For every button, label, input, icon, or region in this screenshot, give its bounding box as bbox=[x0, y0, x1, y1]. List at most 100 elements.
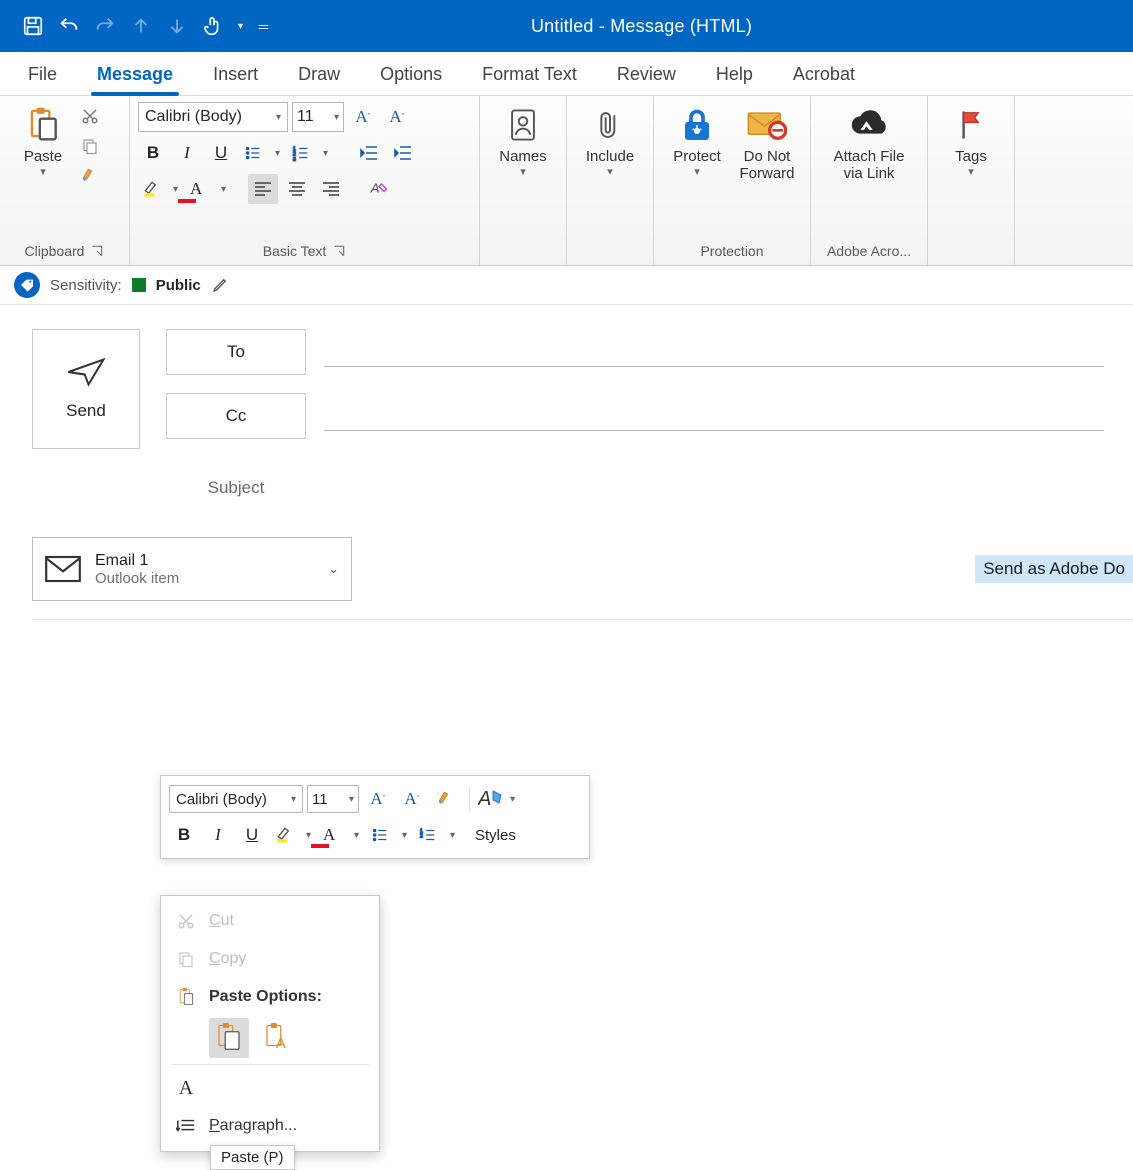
mini-bullets-button[interactable] bbox=[367, 820, 411, 850]
tab-acrobat[interactable]: Acrobat bbox=[779, 56, 869, 95]
do-not-forward-button[interactable]: Do Not Forward bbox=[732, 102, 802, 182]
paperclip-icon bbox=[597, 106, 623, 144]
mini-numbering-button[interactable]: 12 bbox=[415, 820, 459, 850]
increase-indent-icon[interactable] bbox=[388, 138, 418, 168]
group-label-adobe: Adobe Acro... bbox=[827, 243, 911, 259]
to-button[interactable]: To bbox=[166, 329, 306, 375]
italic-button[interactable]: I bbox=[172, 138, 202, 168]
group-tags: Tags▾ bbox=[928, 96, 1015, 265]
svg-text:A: A bbox=[478, 788, 491, 810]
bold-button[interactable]: B bbox=[138, 138, 168, 168]
align-left-button[interactable] bbox=[248, 174, 278, 204]
group-label-clipboard: Clipboard bbox=[25, 243, 85, 259]
mini-styles-label: Styles bbox=[467, 827, 516, 844]
tab-format-text[interactable]: Format Text bbox=[468, 56, 591, 95]
paste-keep-source-button[interactable] bbox=[209, 1018, 249, 1058]
quick-access-toolbar: ▾ ＝ bbox=[0, 15, 270, 37]
undo-icon[interactable] bbox=[58, 15, 80, 37]
ctx-paragraph[interactable]: Paragraph... bbox=[161, 1107, 379, 1145]
customize-qat-icon[interactable]: ＝ bbox=[257, 17, 270, 36]
font-color-button[interactable]: A bbox=[186, 174, 230, 204]
mini-format-painter-icon[interactable] bbox=[431, 784, 461, 814]
dialog-launcher-icon[interactable] bbox=[90, 244, 104, 258]
clipboard-icon bbox=[175, 987, 197, 1007]
ctx-font[interactable]: A bbox=[161, 1069, 379, 1107]
names-button[interactable]: Names▾ bbox=[488, 102, 558, 175]
tab-draw[interactable]: Draw bbox=[284, 56, 354, 95]
paste-options-label: Paste Options: bbox=[209, 988, 322, 1006]
copy-icon bbox=[175, 950, 197, 968]
do-not-forward-label: Do Not Forward bbox=[739, 148, 794, 182]
envelope-icon bbox=[45, 555, 81, 583]
align-right-button[interactable] bbox=[316, 174, 346, 204]
sensitivity-tag-icon[interactable] bbox=[14, 272, 40, 298]
cut-icon[interactable] bbox=[78, 104, 102, 128]
highlight-button[interactable] bbox=[138, 174, 182, 204]
decrease-indent-icon[interactable] bbox=[354, 138, 384, 168]
tab-message[interactable]: Message bbox=[83, 56, 187, 95]
scissors-icon bbox=[175, 912, 197, 930]
save-icon[interactable] bbox=[22, 15, 44, 37]
mini-toolbar: Calibri (Body)▾ 11▾ Aˆ Aˇ A ▾ B I U A 12… bbox=[160, 775, 590, 859]
group-basic-text: Calibri (Body)▾ 11▾ Aˆ Aˇ B I U 123 A bbox=[130, 96, 480, 265]
next-item-icon[interactable] bbox=[166, 15, 188, 37]
paste-tooltip: Paste (P) bbox=[210, 1145, 295, 1170]
protect-button[interactable]: Protect▾ bbox=[662, 102, 732, 175]
send-as-adobe-link[interactable]: Send as Adobe Do bbox=[975, 555, 1133, 583]
mini-grow-font-icon[interactable]: Aˆ bbox=[363, 784, 393, 814]
grow-font-icon[interactable]: Aˆ bbox=[348, 102, 378, 132]
clear-formatting-icon[interactable]: A bbox=[364, 174, 394, 204]
tab-insert[interactable]: Insert bbox=[199, 56, 272, 95]
send-button[interactable]: Send bbox=[32, 329, 140, 449]
bullets-button[interactable] bbox=[240, 138, 284, 168]
attachment-chip[interactable]: Email 1 Outlook item ⌄ bbox=[32, 537, 352, 601]
dialog-launcher-icon[interactable] bbox=[332, 244, 346, 258]
font-size-combo[interactable]: 11▾ bbox=[292, 102, 344, 132]
mini-styles-button[interactable]: A ▾ bbox=[469, 787, 521, 811]
cc-button[interactable]: Cc bbox=[166, 393, 306, 439]
paste-text-only-button[interactable]: A bbox=[257, 1018, 297, 1058]
mini-underline-button[interactable]: U bbox=[237, 820, 267, 850]
chevron-down-icon[interactable]: ▾ bbox=[238, 21, 243, 32]
mini-highlight-button[interactable] bbox=[271, 820, 315, 850]
group-protection: Protect▾ Do Not Forward Protection bbox=[654, 96, 811, 265]
tab-review[interactable]: Review bbox=[603, 56, 690, 95]
font-name-combo[interactable]: Calibri (Body)▾ bbox=[138, 102, 288, 132]
shrink-font-icon[interactable]: Aˇ bbox=[382, 102, 412, 132]
mini-shrink-font-icon[interactable]: Aˇ bbox=[397, 784, 427, 814]
attach-link-label: Attach File via Link bbox=[834, 148, 905, 182]
compose-area: Send To Cc Subject Email 1 Outlook item … bbox=[0, 305, 1133, 620]
context-menu: CuCutt Copy Paste Options: A A Paragraph… bbox=[160, 895, 380, 1152]
ctx-copy: Copy bbox=[161, 940, 379, 978]
copy-icon[interactable] bbox=[78, 134, 102, 158]
include-label: Include bbox=[586, 148, 634, 165]
previous-item-icon[interactable] bbox=[130, 15, 152, 37]
font-size-value: 11 bbox=[297, 108, 314, 126]
mini-bold-button[interactable]: B bbox=[169, 820, 199, 850]
ribbon-tabs: File Message Insert Draw Options Format … bbox=[0, 52, 1133, 96]
cc-input[interactable] bbox=[324, 401, 1104, 431]
include-button[interactable]: Include▾ bbox=[575, 102, 645, 175]
touch-mode-icon[interactable] bbox=[202, 15, 224, 37]
underline-button[interactable]: U bbox=[206, 138, 236, 168]
mini-font-name-combo[interactable]: Calibri (Body)▾ bbox=[169, 785, 303, 813]
paste-button[interactable]: Paste ▾ bbox=[8, 102, 78, 175]
tab-help[interactable]: Help bbox=[702, 56, 767, 95]
to-input[interactable] bbox=[324, 337, 1104, 367]
mini-font-color-button[interactable]: A bbox=[319, 820, 363, 850]
tags-button[interactable]: Tags▾ bbox=[936, 102, 1006, 175]
attach-file-via-link-button[interactable]: Attach File via Link bbox=[819, 102, 919, 182]
redo-icon[interactable] bbox=[94, 15, 116, 37]
no-forward-icon bbox=[747, 106, 787, 144]
numbering-button[interactable]: 123 bbox=[288, 138, 332, 168]
group-clipboard: Paste ▾ Clipboard bbox=[0, 96, 130, 265]
mini-italic-button[interactable]: I bbox=[203, 820, 233, 850]
chevron-down-icon[interactable]: ⌄ bbox=[328, 561, 339, 577]
subject-input[interactable] bbox=[306, 473, 1086, 503]
tab-file[interactable]: File bbox=[14, 56, 71, 95]
format-painter-icon[interactable] bbox=[78, 164, 102, 188]
mini-font-size-combo[interactable]: 11▾ bbox=[307, 785, 359, 813]
tab-options[interactable]: Options bbox=[366, 56, 456, 95]
align-center-button[interactable] bbox=[282, 174, 312, 204]
edit-sensitivity-icon[interactable] bbox=[211, 276, 229, 294]
